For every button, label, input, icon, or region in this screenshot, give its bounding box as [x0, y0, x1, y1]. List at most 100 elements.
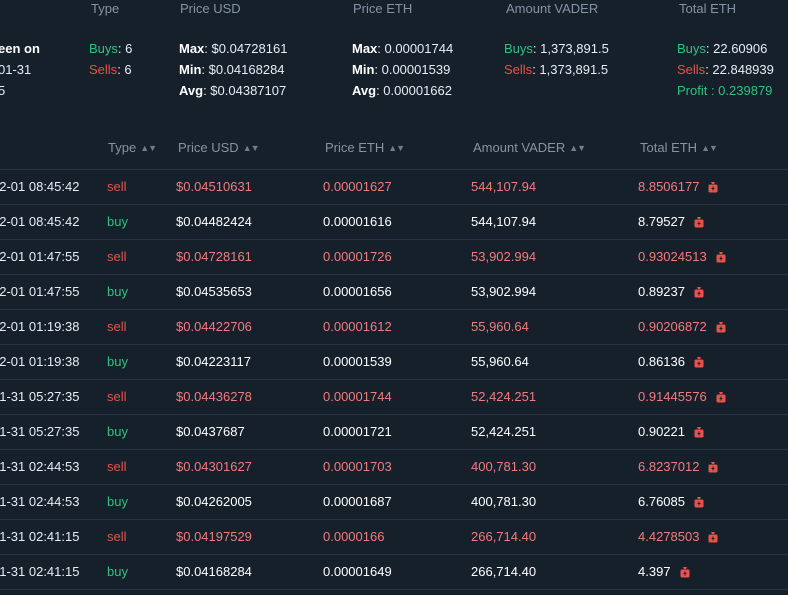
- cell-amount: 400,781.30: [471, 459, 537, 474]
- total-value: 0.86136: [638, 354, 685, 369]
- cell-type: buy: [107, 354, 128, 369]
- max-value: : $0.04728161: [204, 41, 288, 56]
- summary-type-sells: Sells: 6: [89, 62, 132, 77]
- column-header-total-eth[interactable]: Total ETH ▲▼: [640, 140, 718, 155]
- total-value: 0.89237: [638, 284, 685, 299]
- buys-label: Buys: [504, 41, 533, 56]
- table-row[interactable]: 01-31 02:44:53 buy $0.04262005 0.00001687 40…: [0, 485, 788, 520]
- sort-icon[interactable]: ▲▼: [569, 143, 586, 153]
- cell-type: buy: [107, 214, 128, 229]
- column-label: Total ETH: [640, 140, 698, 155]
- cell-price-usd: $0.04168284: [176, 564, 252, 579]
- summary-header-total-eth: Total ETH: [679, 1, 737, 16]
- summary-eth-min: Min: 0.00001539: [352, 62, 450, 77]
- cell-amount: 400,781.30: [471, 494, 537, 509]
- cell-amount: 266,714.40: [471, 564, 537, 579]
- money-bag-icon[interactable]: [707, 461, 719, 473]
- table-row[interactable]: 01-31 02:41:15 sell $0.04197529 0.0000166 26…: [0, 520, 788, 555]
- summary-usd-min: Min: $0.04168284: [179, 62, 285, 77]
- cell-type: sell: [107, 249, 127, 264]
- table-row[interactable]: 02-01 01:47:55 sell $0.04728161 0.00001726 5…: [0, 240, 788, 275]
- table-row[interactable]: 01-31 05:27:35 sell $0.04436278 0.00001744 5…: [0, 380, 788, 415]
- cell-date: 01-31 02:44:53: [0, 494, 80, 509]
- cell-price-eth: 0.00001649: [323, 564, 392, 579]
- table-row[interactable]: 02-01 01:19:38 buy $0.04223117 0.00001539 55…: [0, 345, 788, 380]
- cell-type: sell: [107, 319, 127, 334]
- summary-header-type: Type: [91, 1, 120, 16]
- table-row[interactable]: 01-31 02:41:15 buy $0.04168284 0.00001649 26…: [0, 555, 788, 590]
- sells-value: : 6: [117, 62, 132, 77]
- table-row[interactable]: 01-31 02:44:53 sell $0.04301627 0.00001703 4…: [0, 450, 788, 485]
- column-label: Price USD: [178, 140, 239, 155]
- money-bag-icon[interactable]: [707, 181, 719, 193]
- min-label: Min: [179, 62, 202, 77]
- sells-value: : 22.848939: [705, 62, 774, 77]
- cell-price-eth: 0.00001612: [323, 319, 392, 334]
- cell-date: 02-01 01:47:55: [0, 249, 80, 264]
- cell-type: sell: [107, 389, 127, 404]
- table-row[interactable]: 02-01 01:47:55 buy $0.04535653 0.00001656 53…: [0, 275, 788, 310]
- column-header-type[interactable]: Type ▲▼: [108, 140, 157, 155]
- table-row[interactable]: 01-31 05:27:35 buy $0.0437687 0.00001721 52,…: [0, 415, 788, 450]
- column-header-price-eth[interactable]: Price ETH ▲▼: [325, 140, 405, 155]
- cell-price-usd: $0.04535653: [176, 284, 252, 299]
- cell-date: 01-31 02:44:53: [0, 459, 80, 474]
- sells-label: Sells: [677, 62, 706, 77]
- summary-profit: Profit : 0.239879: [677, 83, 773, 98]
- cell-total-eth: 0.89237: [638, 284, 705, 299]
- cell-type: sell: [107, 529, 127, 544]
- summary-panel: Type Price USD Price ETH Amount VADER To…: [0, 0, 788, 108]
- trades-page: Type Price USD Price ETH Amount VADER To…: [0, 0, 788, 595]
- table-row[interactable]: 02-01 08:45:42 sell $0.04510631 0.00001627 5…: [0, 170, 788, 205]
- summary-type-buys: Buys: 6: [89, 41, 132, 56]
- summary-usd-max: Max: $0.04728161: [179, 41, 287, 56]
- summary-total-buys: Buys: 22.60906: [677, 41, 767, 56]
- cell-price-usd: $0.04197529: [176, 529, 252, 544]
- cell-date: 02-01 08:45:42: [0, 214, 80, 229]
- summary-period-extra: 5: [0, 83, 6, 98]
- cell-type: buy: [107, 424, 128, 439]
- total-value: 0.91445576: [638, 389, 707, 404]
- cell-total-eth: 0.93024513: [638, 249, 727, 264]
- column-header-amount[interactable]: Amount VADER ▲▼: [473, 140, 586, 155]
- buys-label: Buys: [677, 41, 706, 56]
- money-bag-icon[interactable]: [693, 426, 705, 438]
- cell-price-usd: $0.0437687: [176, 424, 245, 439]
- money-bag-icon[interactable]: [715, 391, 727, 403]
- max-value: : 0.00001744: [377, 41, 454, 56]
- money-bag-icon[interactable]: [693, 216, 705, 228]
- sells-label: Sells: [89, 62, 118, 77]
- table-header: Type ▲▼ Price USD ▲▼ Price ETH ▲▼ Amount VA…: [0, 130, 788, 170]
- max-label: Max: [352, 41, 378, 56]
- sort-icon[interactable]: ▲▼: [701, 143, 718, 153]
- table-row[interactable]: 02-01 08:45:42 buy $0.04482424 0.00001616 54…: [0, 205, 788, 240]
- cell-total-eth: 8.8506177: [638, 179, 719, 194]
- money-bag-icon[interactable]: [707, 531, 719, 543]
- sort-icon[interactable]: ▲▼: [388, 143, 405, 153]
- summary-period-label: een on: [0, 41, 40, 56]
- cell-total-eth: 6.76085: [638, 494, 705, 509]
- money-bag-icon[interactable]: [693, 356, 705, 368]
- cell-total-eth: 0.90221: [638, 424, 705, 439]
- money-bag-icon[interactable]: [715, 251, 727, 263]
- trades-table: Type ▲▼ Price USD ▲▼ Price ETH ▲▼ Amount VA…: [0, 130, 788, 590]
- cell-price-usd: $0.04301627: [176, 459, 252, 474]
- cell-date: 02-01 01:19:38: [0, 319, 80, 334]
- sort-icon[interactable]: ▲▼: [140, 143, 157, 153]
- money-bag-icon[interactable]: [715, 321, 727, 333]
- sort-icon[interactable]: ▲▼: [243, 143, 260, 153]
- cell-type: buy: [107, 564, 128, 579]
- column-header-price-usd[interactable]: Price USD ▲▼: [178, 140, 260, 155]
- cell-price-eth: 0.00001726: [323, 249, 392, 264]
- cell-price-usd: $0.04482424: [176, 214, 252, 229]
- money-bag-icon[interactable]: [679, 566, 691, 578]
- total-value: 0.90221: [638, 424, 685, 439]
- summary-eth-avg: Avg: 0.00001662: [352, 83, 452, 98]
- table-row[interactable]: 02-01 01:19:38 sell $0.04422706 0.00001612 5…: [0, 310, 788, 345]
- summary-amount-sells: Sells: 1,373,891.5: [504, 62, 608, 77]
- money-bag-icon[interactable]: [693, 496, 705, 508]
- cell-date: 02-01 01:19:38: [0, 354, 80, 369]
- total-value: 6.8237012: [638, 459, 700, 474]
- cell-price-usd: $0.04422706: [176, 319, 252, 334]
- money-bag-icon[interactable]: [693, 286, 705, 298]
